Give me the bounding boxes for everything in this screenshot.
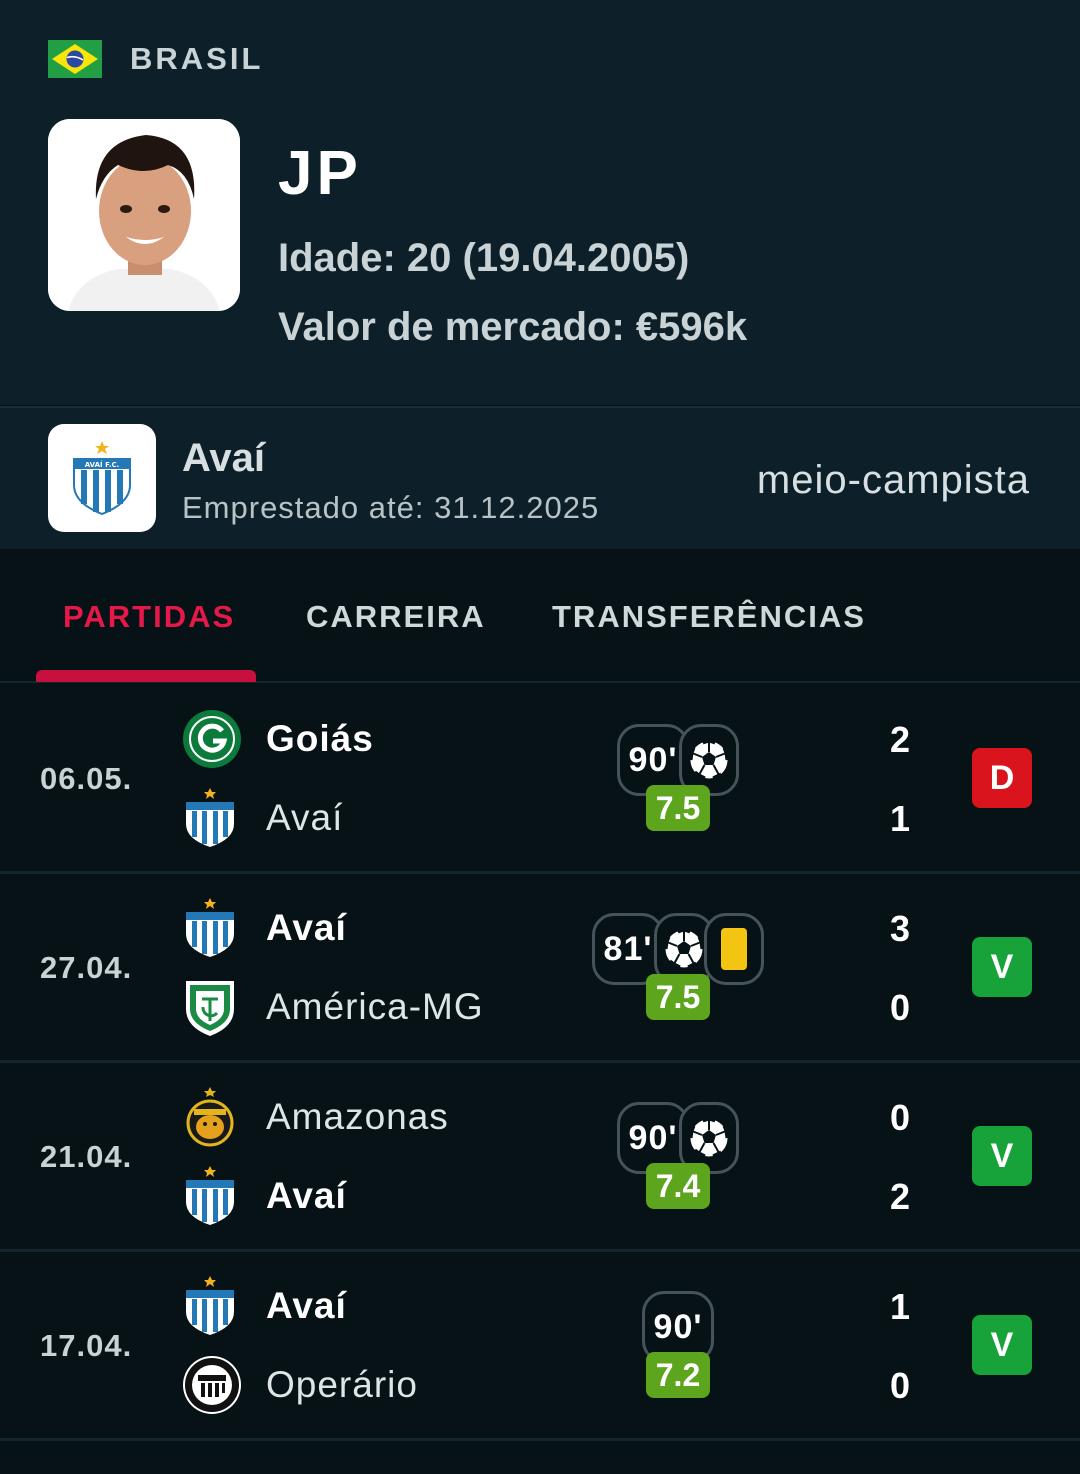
player-name: JP (278, 139, 362, 208)
brazil-flag-icon (48, 40, 102, 78)
player-position: meio-campista (756, 458, 1030, 502)
player-rating-badge: 7.2 (646, 1352, 710, 1398)
home-team-name: Amazonas (266, 1096, 449, 1137)
away-team-name: América-MG (266, 986, 484, 1027)
away-score: 0 (889, 1365, 911, 1406)
away-score: 2 (889, 1176, 911, 1217)
club-row[interactable]: AVAÍ F.C. Avaí Emprestado até: 31.12.202… (0, 406, 1080, 549)
match-row[interactable]: 06.05. Goiás Avaí 90' 7.5 2 1 D (0, 685, 1080, 874)
away-score: 0 (889, 987, 911, 1028)
avai-crest-icon: AVAÍ F.C. (48, 424, 156, 532)
away-team-name: Operário (266, 1364, 418, 1405)
match-date: 06.05. (40, 761, 133, 796)
home-team-name: Avaí (266, 1285, 347, 1326)
goias-crest-icon (182, 709, 241, 769)
player-market-value: Valor de mercado: €596k (278, 305, 748, 349)
match-date: 17.04. (40, 1328, 133, 1363)
away-team-name: Avaí (266, 797, 344, 838)
avai-crest-icon (182, 1276, 238, 1336)
player-header: BRASIL JP Idade: 20 (19.04.2005) Valor d… (0, 0, 1080, 405)
away-score: 1 (889, 798, 911, 839)
tab-carreira[interactable]: CARREIRA (306, 599, 486, 635)
match-date: 27.04. (40, 950, 133, 985)
home-score: 3 (889, 908, 911, 949)
country-name: BRASIL (130, 41, 264, 76)
home-score: 1 (889, 1286, 911, 1327)
america-mg-crest-icon (182, 977, 238, 1037)
yellow-card-icon (704, 913, 764, 985)
match-result-badge: V (972, 1126, 1032, 1186)
player-rating-badge: 7.5 (646, 974, 710, 1020)
player-rating-badge: 7.4 (646, 1163, 710, 1209)
active-tab-indicator (36, 670, 256, 682)
tab-transferencias[interactable]: TRANSFERÊNCIAS (552, 599, 866, 635)
match-row[interactable]: 27.04. Avaí América-MG 81' 7.5 3 0 V (0, 874, 1080, 1063)
club-name: Avaí (182, 436, 266, 480)
loan-until-text: Emprestado até: 31.12.2025 (182, 490, 600, 525)
amazonas-crest-icon (182, 1087, 238, 1147)
tab-partidas[interactable]: PARTIDAS (63, 599, 235, 635)
match-list: 06.05. Goiás Avaí 90' 7.5 2 1 D 27.04. A… (0, 685, 1080, 1441)
tab-bar: PARTIDAS CARREIRA TRANSFERÊNCIAS (0, 549, 1080, 683)
operario-crest-icon (182, 1355, 241, 1415)
yellow-card-shape (721, 928, 747, 970)
match-result-badge: V (972, 937, 1032, 997)
home-score: 0 (889, 1097, 911, 1138)
match-row[interactable]: 17.04. Avaí Operário 90' 7.2 1 0 V (0, 1252, 1080, 1441)
country-row[interactable]: BRASIL (48, 40, 263, 78)
match-result-badge: D (972, 748, 1032, 808)
player-photo (48, 119, 240, 311)
home-score: 2 (889, 719, 911, 760)
match-result-badge: V (972, 1315, 1032, 1375)
player-age: Idade: 20 (19.04.2005) (278, 236, 690, 280)
match-row[interactable]: 21.04. Amazonas Avaí 90' 7.4 0 2 V (0, 1063, 1080, 1252)
away-team-name: Avaí (266, 1175, 347, 1216)
avai-crest-icon (182, 1166, 238, 1226)
home-team-name: Goiás (266, 718, 374, 759)
match-date: 21.04. (40, 1139, 133, 1174)
avai-crest-icon (182, 898, 238, 958)
avai-crest-icon (182, 788, 238, 848)
home-team-name: Avaí (266, 907, 347, 948)
player-rating-badge: 7.5 (646, 785, 710, 831)
avai-crest-text: AVAÍ F.C. (85, 460, 120, 469)
